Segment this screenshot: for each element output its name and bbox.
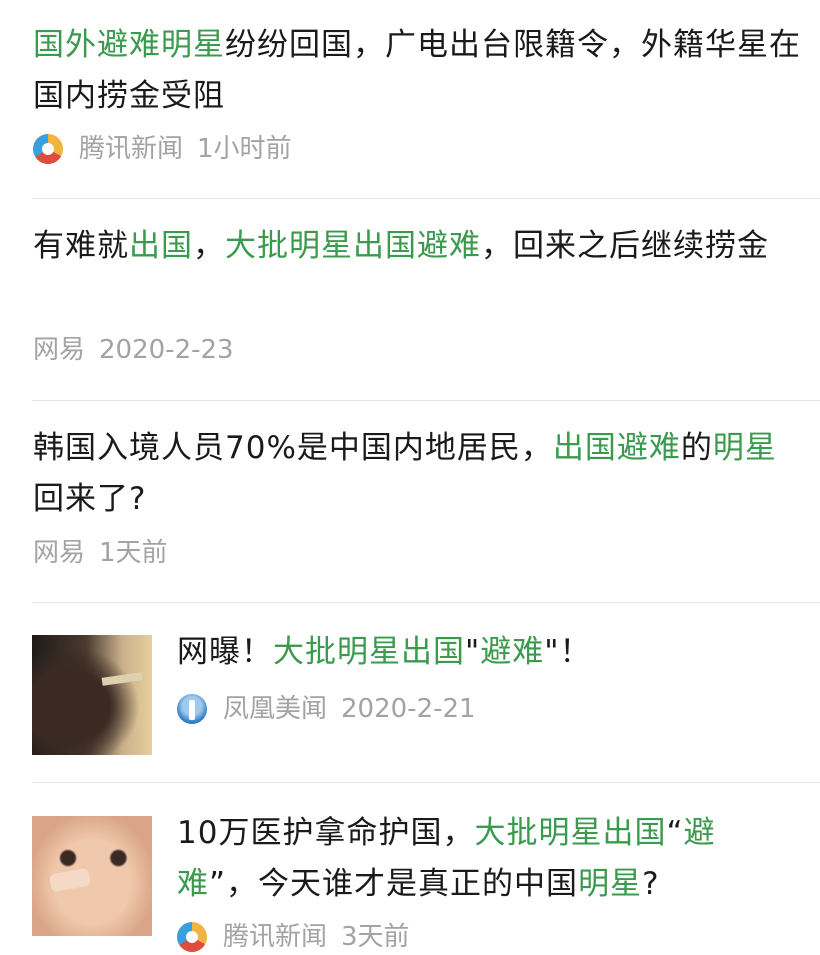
highlighted-keyword: 国外避难明星 — [33, 27, 225, 63]
highlighted-keyword: 大批明星出国避难 — [225, 228, 481, 264]
news-time: 2020-2-21 — [341, 694, 476, 724]
title-text: 10万医护拿命护国， — [177, 815, 475, 851]
title-text: "！ — [544, 634, 592, 670]
news-search-results: 国外避难明星纷纷回国，广电出台限籍令，外籍华星在国内捞金受阻 腾讯新闻 1小时前… — [0, 0, 820, 952]
dark-photo-thumbnail[interactable] — [32, 635, 152, 755]
news-title[interactable]: 韩国入境人员70%是中国内地居民，出国避难的明星回来了? — [33, 423, 803, 525]
tencent-news-logo-icon — [177, 922, 207, 952]
title-text: “ — [666, 815, 684, 851]
title-text: ”，今天谁才是真正的中国 — [209, 866, 579, 902]
news-meta: 网易 1天前 — [33, 535, 168, 571]
news-meta: 网易 2020-2-23 — [33, 332, 234, 368]
news-source: 凤凰美闻 — [223, 694, 328, 724]
news-time: 2020-2-23 — [99, 335, 234, 365]
highlighted-keyword: 避难 — [480, 634, 545, 670]
news-title[interactable]: 10万医护拿命护国，大批明星出国“避难”，今天谁才是真正的中国明星? — [177, 808, 777, 910]
title-text: 韩国入境人员70%是中国内地居民， — [33, 430, 553, 466]
highlighted-keyword: 大批明星出国 — [273, 634, 465, 670]
news-item[interactable]: 韩国入境人员70%是中国内地居民，出国避难的明星回来了? 网易 1天前 — [0, 401, 820, 601]
title-text: ? — [642, 866, 660, 902]
news-meta: 凤凰美闻 2020-2-21 — [177, 691, 476, 727]
highlighted-keyword: 明星 — [712, 430, 777, 466]
news-source: 网易 — [33, 335, 86, 365]
highlighted-keyword: 出国 — [129, 228, 193, 264]
news-item[interactable]: 网曝！大批明星出国"避难"！ 凤凰美闻 2020-2-21 — [0, 603, 820, 781]
news-source: 腾讯新闻 — [79, 134, 184, 164]
title-text: ，回来之后继续捞金 — [481, 228, 769, 264]
title-text: " — [465, 634, 481, 670]
news-meta: 腾讯新闻 1小时前 — [33, 131, 292, 167]
news-item[interactable]: 国外避难明星纷纷回国，广电出台限籍令，外籍华星在国内捞金受阻 腾讯新闻 1小时前 — [0, 0, 820, 198]
news-item[interactable]: 有难就出国，大批明星出国避难，回来之后继续捞金 网易 2020-2-23 — [0, 199, 820, 399]
news-title[interactable]: 网曝！大批明星出国"避难"！ — [177, 627, 797, 678]
news-item[interactable]: 10万医护拿命护国，大批明星出国“避难”，今天谁才是真正的中国明星? 腾讯新闻 … — [0, 783, 820, 952]
news-source: 网易 — [33, 538, 86, 568]
highlighted-keyword: 明星 — [578, 866, 643, 902]
tencent-news-logo-icon — [33, 134, 63, 164]
title-text: 的 — [680, 430, 713, 466]
news-title[interactable]: 有难就出国，大批明星出国避难，回来之后继续捞金 — [33, 221, 803, 272]
news-title[interactable]: 国外避难明星纷纷回国，广电出台限籍令，外籍华星在国内捞金受阻 — [33, 20, 803, 122]
highlighted-keyword: 大批明星出国 — [474, 815, 667, 851]
face-photo-thumbnail[interactable] — [32, 816, 152, 936]
title-text: 网曝！ — [177, 634, 273, 670]
ifeng-news-logo-icon — [177, 694, 207, 724]
news-time: 1小时前 — [197, 134, 292, 164]
title-text: ， — [193, 228, 225, 264]
highlighted-keyword: 出国避难 — [552, 430, 681, 466]
title-text: 回来了? — [33, 481, 147, 517]
news-time: 1天前 — [99, 538, 168, 568]
title-text: 有难就 — [33, 228, 129, 264]
